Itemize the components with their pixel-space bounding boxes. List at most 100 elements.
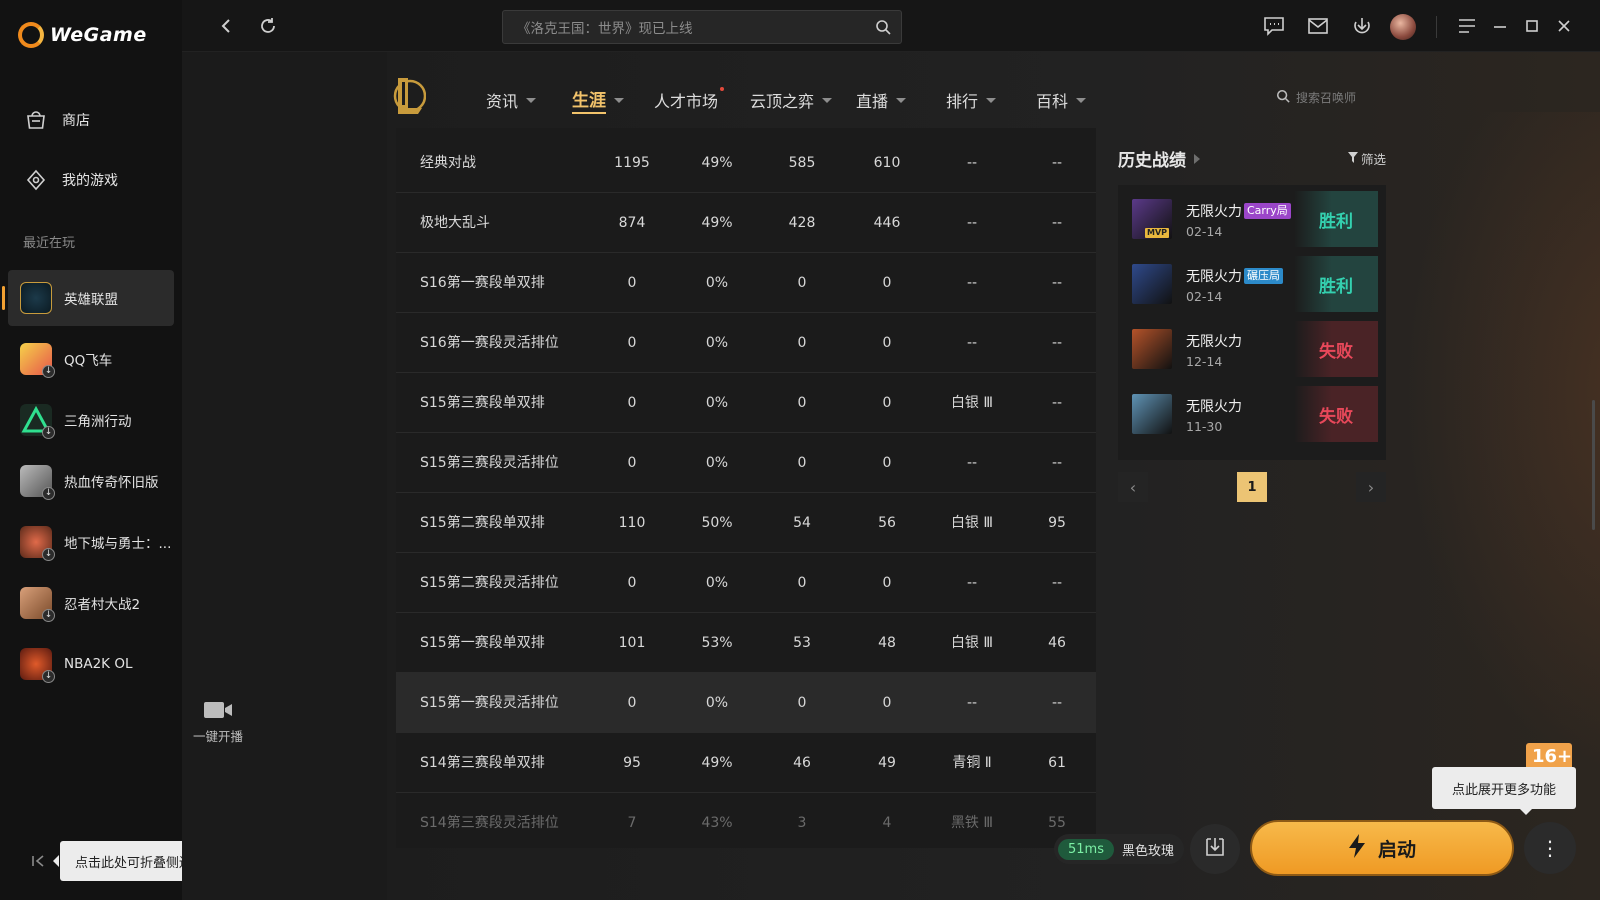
table-cell: 53% [701,635,733,651]
back-icon[interactable] [214,14,238,38]
side-strip [182,52,387,900]
tab-rank[interactable]: 排行 [946,88,997,112]
match-result: 失败 [1294,321,1378,377]
table-cell: 0 [882,395,892,411]
prev-page-icon[interactable]: ‹ [1118,472,1148,502]
server-status[interactable]: 51ms 黑色玫瑰 [1054,834,1184,864]
app-logo[interactable]: WeGame [18,22,147,48]
mode-label: 无限火力 [1186,269,1242,285]
lol-logo-icon[interactable] [390,74,427,118]
match-date: 02-14 [1186,289,1223,304]
filter-label: 筛选 [1361,152,1387,167]
match-history-header[interactable]: 历史战绩 [1118,146,1200,171]
match-mode: 无限火力 [1186,331,1242,351]
top-search-input[interactable]: 《洛克王国：世界》现已上线 [502,10,902,44]
table-cell: -- [1051,695,1063,711]
chat-icon[interactable] [1262,14,1286,38]
table-cell: -- [966,215,978,231]
table-cell: 56 [878,515,896,531]
maximize-icon[interactable] [1520,14,1544,38]
match-result: 胜利 [1294,191,1378,247]
refresh-icon[interactable] [256,14,280,38]
top-bar: 《洛克王国：世界》现已上线 [182,0,1600,52]
table-cell: 446 [873,215,901,231]
table-cell: 0 [627,275,637,291]
tab-talent-market[interactable]: 人才市场 [654,87,725,112]
tab-live[interactable]: 直播 [856,88,907,112]
match-mode: 无限火力 Carry局 [1186,201,1291,221]
tab-career[interactable]: 生涯 [572,86,624,114]
one-click-live-button[interactable]: 一键开播 [188,700,248,745]
download-manager-icon[interactable] [1350,14,1374,38]
mail-icon[interactable] [1306,14,1330,38]
page-scrollbar[interactable] [1592,400,1595,530]
table-cell: 0 [797,335,807,351]
launch-button[interactable]: 启动 [1250,820,1514,876]
table-cell: S16第一赛段灵活排位 [420,335,559,351]
sidebar: WeGame 商店 我的游戏 最近在玩 英雄联盟 ↓ QQ飞车 ↓ 三角洲行动 … [0,0,182,900]
delta-force-game-icon: ↓ [20,404,55,439]
tab-tft[interactable]: 云顶之弈 [750,88,833,112]
sidebar-game-dnf[interactable]: ↓ 地下城与勇士：... [8,514,174,570]
tab-news[interactable]: 资讯 [486,88,537,112]
notification-dot-icon [720,87,725,91]
sidebar-game-nba2k[interactable]: ↓ NBA2K OL [8,636,174,692]
chevron-right-icon [1194,153,1200,164]
table-cell: 0% [705,575,729,591]
lightning-icon [1348,833,1366,863]
qq-speed-game-icon: ↓ [20,343,55,378]
table-cell: 白银 Ⅲ [950,515,994,531]
minimize-icon[interactable] [1488,14,1512,38]
search-icon[interactable] [875,19,891,39]
table-cell: 0 [627,455,637,471]
sidebar-game-legend[interactable]: ↓ 热血传奇怀旧版 [8,453,174,509]
filter-button[interactable]: 筛选 [1348,149,1386,168]
table-row: S15第三赛段单双排 0 0% 0 0 白银 Ⅲ -- [396,373,1096,433]
current-page[interactable]: 1 [1237,472,1267,502]
table-row: S15第一赛段单双排 101 53% 53 48 白银 Ⅲ 46 [396,613,1096,673]
table-cell: 0% [705,395,729,411]
table-cell: 0% [705,275,729,291]
sidebar-item-my-games[interactable]: 我的游戏 [24,168,118,192]
table-cell: 白银 Ⅲ [950,635,994,651]
summoner-search-input[interactable]: 搜索召唤师 [1276,89,1356,106]
more-options-icon[interactable]: ⋮ [1524,822,1576,874]
sidebar-game-ninja[interactable]: ↓ 忍者村大战2 [8,575,174,631]
sidebar-game-qqspeed[interactable]: ↓ QQ飞车 [8,331,174,387]
match-item[interactable]: 无限火力 碾压局 02-14 胜利 [1128,256,1378,312]
match-tag: Carry局 [1244,203,1291,219]
table-cell: 0 [627,575,637,591]
sidebar-game-lol[interactable]: 英雄联盟 [2,270,174,326]
table-cell: 0 [797,575,807,591]
table-cell: 0 [627,695,637,711]
chevron-down-icon [822,97,833,103]
tab-wiki[interactable]: 百科 [1036,88,1087,112]
table-cell: 49% [701,215,733,231]
table-cell: -- [1051,275,1063,291]
history-title: 历史战绩 [1118,151,1186,171]
game-label: NBA2K OL [64,656,133,672]
table-cell: 0 [797,275,807,291]
table-cell: 0 [882,455,892,471]
ping-value: 51ms [1058,838,1114,860]
sidebar-item-store[interactable]: 商店 [24,108,90,132]
next-page-icon[interactable]: › [1356,472,1386,502]
summoner-placeholder: 搜索召唤师 [1296,91,1357,105]
collapse-sidebar-icon[interactable] [30,853,48,871]
table-cell: 0 [797,455,807,471]
table-cell: 61 [1048,755,1066,771]
sidebar-game-delta[interactable]: ↓ 三角洲行动 [8,392,174,448]
tab-label: 资讯 [486,92,519,111]
match-item[interactable]: 无限火力 11-30 失败 [1128,386,1378,442]
match-item[interactable]: MVP 无限火力 Carry局 02-14 胜利 [1128,191,1378,247]
close-icon[interactable] [1552,14,1576,38]
download-update-button[interactable] [1190,824,1240,874]
user-avatar[interactable] [1390,14,1416,40]
recent-label: 最近在玩 [23,236,76,251]
table-cell: -- [966,575,978,591]
table-row: S15第三赛段灵活排位 0 0% 0 0 -- -- [396,433,1096,493]
match-item[interactable]: 无限火力 12-14 失败 [1128,321,1378,377]
table-cell: 3 [797,815,807,831]
table-cell: 0 [882,695,892,711]
menu-icon[interactable] [1455,14,1479,38]
